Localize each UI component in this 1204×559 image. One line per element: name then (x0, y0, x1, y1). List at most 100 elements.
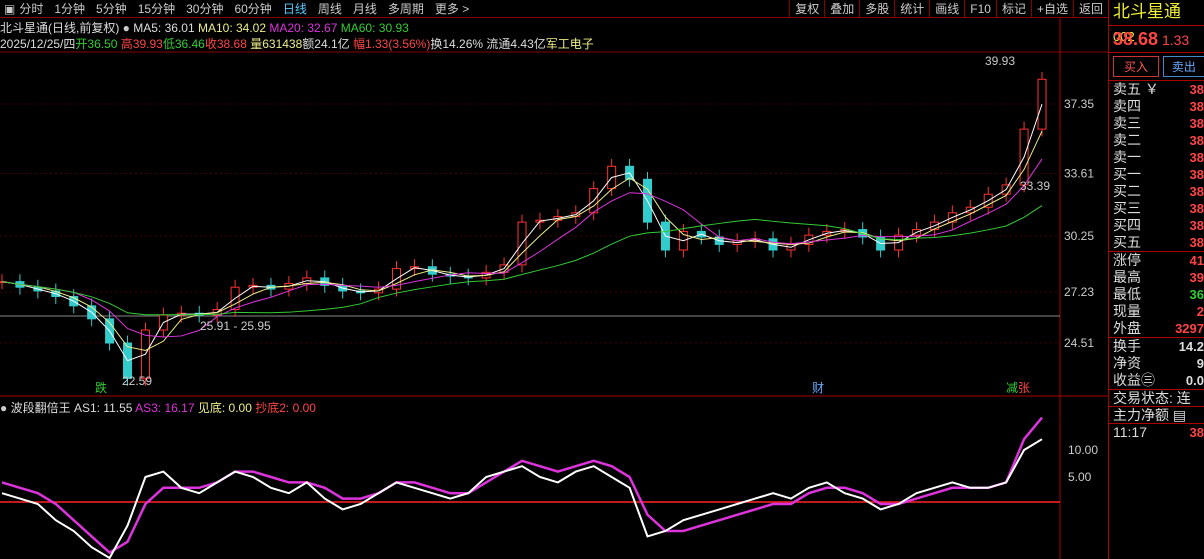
period-tab[interactable]: 更多 > (435, 0, 469, 17)
row-label: 外盘 (1113, 320, 1141, 336)
row-value: 38 (1189, 235, 1204, 250)
tick-time: 11:17 (1113, 424, 1147, 440)
as3: AS3: 16.17 (135, 401, 195, 415)
tool-button[interactable]: 多股 (859, 0, 894, 18)
chart-annotation: 25.91 - 25.95 (200, 319, 271, 333)
row-label: 涨停 (1113, 252, 1141, 268)
period-tab[interactable]: 1分钟 (54, 0, 85, 17)
quote-line: 2025/12/25/四开36.50 高39.93低36.46收38.68 量6… (0, 35, 594, 52)
menu-icon[interactable]: ▣ (4, 2, 15, 16)
ma-legend: 北斗星通(日线,前复权) ● MA5: 36.01 MA10: 34.02 MA… (0, 21, 409, 35)
period-tab[interactable]: 15分钟 (138, 0, 175, 17)
sector-link[interactable]: 军工电子 (546, 37, 594, 51)
price-tick: 37.35 (1064, 97, 1094, 111)
period-bar: ▣ 分时 1分钟 5分钟 15分钟 30分钟 60分钟 日线 周线 月线 多周期 更多 > 复权 叠加… (0, 0, 1108, 18)
ma20: MA20: 32.67 (269, 21, 338, 35)
quote-row: 买一 38 (1109, 166, 1204, 183)
float: 流通4.43亿 (486, 37, 546, 51)
tool-button[interactable]: 返回 (1072, 0, 1108, 18)
period-tab[interactable]: 周线 (318, 0, 342, 17)
quote-row: 卖三 38 (1109, 115, 1204, 132)
quote-row: 最低 36 (1109, 286, 1204, 303)
row-value: 36 (1189, 287, 1204, 302)
quote-row: 卖五 ￥ 38 (1109, 81, 1204, 98)
stock-name: 北斗星通 (1113, 2, 1181, 21)
row-value: 14.2 (1178, 339, 1204, 354)
row-label: 买四 (1113, 217, 1141, 233)
indicator-tick: 10.00 (1068, 443, 1098, 457)
quote-panel: 北斗星通 002 38.68 1.33 买入 卖出 卖五 ￥ 38 卖四 38 卖三 38… (1108, 0, 1204, 559)
row-value: 38 (1189, 167, 1204, 182)
price-tick: 27.23 (1064, 285, 1094, 299)
row-value: 38 (1189, 218, 1204, 233)
high: 高39.93 (120, 37, 163, 51)
buy-button[interactable]: 买入 (1113, 56, 1160, 77)
chart-annotation: 22.59 (122, 374, 152, 388)
row-value: 3297 (1175, 321, 1204, 336)
period-tab[interactable]: 60分钟 (234, 0, 271, 17)
chart-annotation: 减 (1006, 381, 1018, 395)
row-value: 39 (1189, 270, 1204, 285)
row-value: 38 (1189, 201, 1204, 216)
ma60: MA60: 30.93 (340, 21, 409, 35)
trade-state: 交易状态: 连续 (1109, 389, 1204, 406)
row-value: 38 (1189, 82, 1204, 97)
tool-button[interactable]: 叠加 (824, 0, 859, 18)
row-label: 净资 (1113, 355, 1141, 371)
last-price: 38.68 (1113, 29, 1159, 49)
as1-line (1, 438, 1043, 559)
tool-button[interactable]: 统计 (894, 0, 929, 18)
quote-row: 涨停 41 (1109, 252, 1204, 269)
as1: AS1: 11.55 (73, 401, 133, 415)
row-label: 卖一 (1113, 149, 1141, 165)
row-value: 38 (1189, 116, 1204, 131)
period-tab[interactable]: 分时 (19, 0, 43, 17)
tool-button[interactable]: +自选 (1030, 0, 1073, 18)
row-label: 买三 (1113, 200, 1141, 216)
tool-button[interactable]: F10 (964, 0, 996, 18)
quote-row: 最高 39 (1109, 269, 1204, 286)
price-tick: 33.61 (1064, 167, 1094, 181)
period-tab[interactable]: 30分钟 (186, 0, 223, 17)
period-tab[interactable]: 5分钟 (96, 0, 127, 17)
quote-row: 卖一 38 (1109, 149, 1204, 166)
quote-row: 净资 9 (1109, 355, 1204, 372)
tool-button[interactable]: 复权 (789, 0, 824, 18)
row-label: 卖二 (1113, 132, 1141, 148)
row-value: 38 (1189, 133, 1204, 148)
quote-row: 买二 38 (1109, 183, 1204, 200)
quote-row: 买五 38 (1109, 234, 1204, 251)
indicator-tick: 5.00 (1068, 470, 1092, 484)
indicator-name[interactable]: 波段翻倍王 (11, 401, 71, 415)
tool-button[interactable]: 画线 (929, 0, 964, 18)
row-value: 2 (1196, 304, 1204, 319)
close: 收38.68 (204, 37, 247, 51)
price-change: 1.33 (1161, 32, 1190, 48)
main-net-amount[interactable]: 主力净额 ▤ (1109, 406, 1204, 423)
volume: 量631438 (250, 37, 303, 51)
period-tab[interactable]: 月线 (353, 0, 377, 17)
period-tab[interactable]: 多周期 (388, 0, 424, 17)
row-label: 收益㊂ (1113, 372, 1155, 388)
tick-price: 38 (1189, 425, 1204, 440)
amount: 额24.1亿 (302, 37, 350, 51)
period-tab[interactable]: 日线 (283, 0, 307, 17)
quote-row: 换手 14.2 (1109, 338, 1204, 355)
kline-chart[interactable]: 37.35 33.61 30.25 27.23 24.51 10.00 5.00 39.93 2… (0, 0, 1108, 559)
quote-row: 收益㊂ 0.0 (1109, 372, 1204, 389)
row-value: 41 (1189, 253, 1204, 268)
jiandi: 见底: 0.00 (197, 401, 252, 415)
chart-annotation: 跌 (95, 380, 107, 395)
row-label: 买二 (1113, 183, 1141, 199)
chart-title: 北斗星通(日线,前复权) (0, 21, 120, 35)
quote-row: 外盘 3297 (1109, 320, 1204, 337)
quote-row: 现量 2 (1109, 303, 1204, 320)
chart-annotation: 财 (812, 381, 824, 395)
ma5: MA5: 36.01 (133, 21, 195, 35)
sell-button[interactable]: 卖出 (1162, 56, 1204, 77)
price-tick: 30.25 (1064, 229, 1094, 243)
tool-button[interactable]: 标记 (995, 0, 1031, 18)
row-label: 最高 (1113, 269, 1141, 285)
indicator-legend: ● 波段翻倍王 AS1: 11.55 AS3: 16.17 见底: 0.00 抄… (0, 401, 316, 415)
row-value: 38 (1189, 150, 1204, 165)
